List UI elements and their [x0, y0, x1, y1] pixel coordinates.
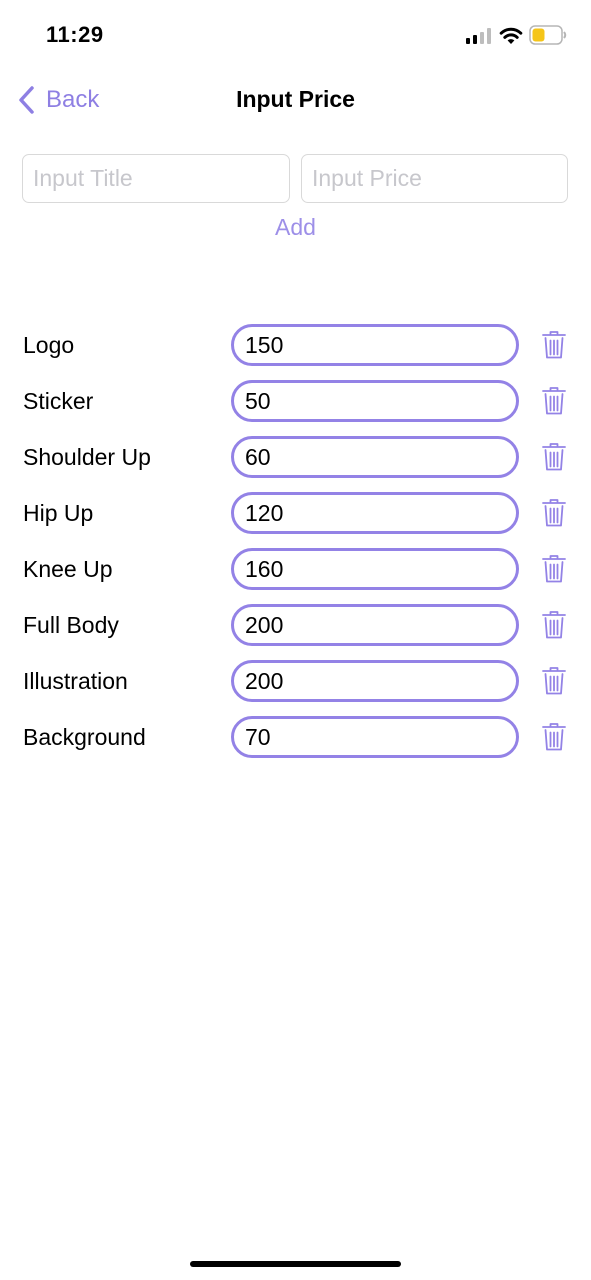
- item-title: Logo: [23, 332, 75, 358]
- battery-icon: [529, 25, 567, 45]
- list-item: Illustration: [0, 660, 591, 702]
- price-field[interactable]: [231, 716, 519, 758]
- price-field[interactable]: [231, 380, 519, 422]
- list-item: Shoulder Up: [0, 436, 591, 478]
- list-item: Background: [0, 716, 591, 758]
- list-item: Hip Up: [0, 492, 591, 534]
- list-item: Sticker: [0, 380, 591, 422]
- price-field[interactable]: [231, 492, 519, 534]
- navigation-bar: Back Input Price: [0, 70, 591, 130]
- trash-icon[interactable]: [541, 554, 567, 584]
- list-item: Logo: [0, 324, 591, 366]
- status-bar: 11:29: [0, 0, 591, 70]
- item-title: Sticker: [23, 388, 94, 414]
- title-input[interactable]: [22, 154, 290, 203]
- trash-icon[interactable]: [541, 498, 567, 528]
- trash-icon[interactable]: [541, 610, 567, 640]
- trash-icon[interactable]: [541, 722, 567, 752]
- cellular-signal-icon: [466, 28, 492, 44]
- price-input[interactable]: [301, 154, 568, 203]
- item-title: Background: [23, 724, 146, 750]
- page-title: Input Price: [236, 86, 355, 112]
- price-field[interactable]: [231, 436, 519, 478]
- price-field[interactable]: [231, 604, 519, 646]
- trash-icon[interactable]: [541, 442, 567, 472]
- trash-icon[interactable]: [541, 330, 567, 360]
- trash-icon[interactable]: [541, 666, 567, 696]
- item-title: Shoulder Up: [23, 444, 151, 470]
- item-title: Knee Up: [23, 556, 113, 582]
- item-title: Illustration: [23, 668, 128, 694]
- list-item: Full Body: [0, 604, 591, 646]
- wifi-icon: [499, 27, 523, 44]
- price-field[interactable]: [231, 548, 519, 590]
- price-field[interactable]: [231, 324, 519, 366]
- list-item: Knee Up: [0, 548, 591, 590]
- trash-icon[interactable]: [541, 386, 567, 416]
- home-indicator: [190, 1261, 401, 1267]
- status-time: 11:29: [46, 22, 104, 47]
- item-title: Hip Up: [23, 500, 94, 526]
- price-field[interactable]: [231, 660, 519, 702]
- item-title: Full Body: [23, 612, 119, 638]
- add-button[interactable]: Add: [22, 214, 569, 241]
